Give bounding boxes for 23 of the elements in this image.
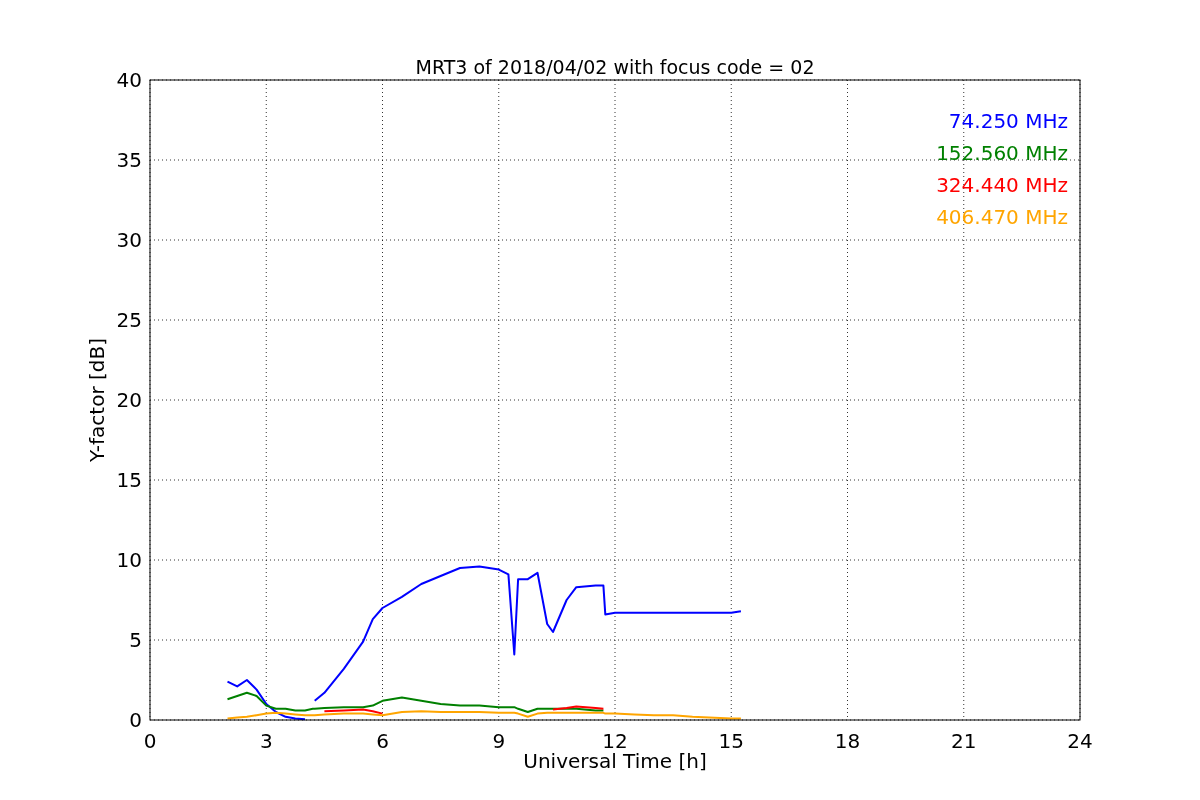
- y-tick-label: 0: [129, 708, 142, 732]
- x-tick-label: 9: [492, 729, 506, 753]
- y-tick-label: 10: [116, 548, 142, 572]
- x-tick-label: 18: [834, 729, 861, 753]
- y-tick-label: 20: [116, 388, 142, 412]
- y-tick-label: 25: [116, 308, 142, 332]
- x-tick-label: 21: [951, 729, 977, 753]
- legend-label: 74.250 MHz: [948, 109, 1068, 133]
- y-tick-label: 5: [129, 628, 142, 652]
- y-tick-label: 35: [116, 148, 142, 172]
- x-tick-label: 3: [259, 729, 273, 753]
- y-axis-label: Y-factor [dB]: [85, 338, 109, 462]
- x-tick-label: 24: [1067, 729, 1093, 753]
- chart-title: MRT3 of 2018/04/02 with focus code = 02: [415, 56, 815, 78]
- legend-label: 324.440 MHz: [936, 173, 1068, 197]
- x-tick-label: 15: [718, 729, 744, 753]
- y-tick-label: 40: [116, 68, 142, 92]
- x-tick-label: 6: [376, 729, 389, 753]
- x-tick-label: 0: [143, 729, 157, 753]
- y-tick-label: 15: [116, 468, 142, 492]
- y-tick-label: 30: [116, 228, 142, 252]
- legend-label: 406.470 MHz: [936, 205, 1068, 229]
- legend-label: 152.560 MHz: [936, 141, 1068, 165]
